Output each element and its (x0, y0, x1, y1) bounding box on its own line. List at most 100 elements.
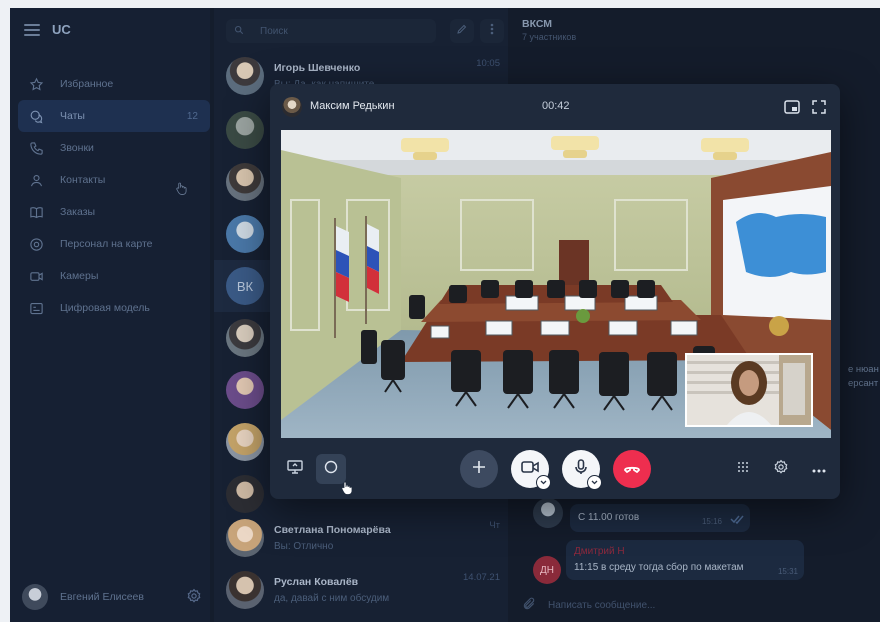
kebab-icon (490, 22, 494, 40)
message-snippet: е нюан (848, 364, 879, 375)
brand-name: UC (52, 22, 71, 37)
gear-icon[interactable] (186, 588, 202, 607)
camera-icon (28, 268, 44, 284)
chat-time: Чт (489, 520, 500, 531)
message-author: Дмитрий Н (574, 546, 625, 557)
avatar (226, 319, 264, 357)
camera-icon (521, 460, 539, 479)
picture-in-picture-icon[interactable] (783, 98, 801, 116)
plus-icon (472, 460, 486, 479)
sidebar-item-orders[interactable]: Заказы (18, 196, 210, 228)
gear-icon (773, 459, 789, 480)
call-header: Максим Редькин 00:42 (270, 84, 840, 130)
sidebar-item-label: Чаты (60, 110, 85, 122)
sidebar-item-label: Заказы (60, 206, 96, 218)
video-call-window: Максим Редькин 00:42 (270, 84, 840, 499)
current-user[interactable]: Евгений Елисеев (22, 584, 202, 610)
chat-list-item[interactable]: Светлана Пономарёва Вы: Отлично Чт (214, 512, 508, 564)
chat-preview: Вы: Отлично (274, 541, 334, 552)
avatar (226, 371, 264, 409)
more-horizontal-icon (812, 460, 826, 478)
call-timer: 00:42 (542, 100, 570, 112)
chat-preview: да, давай с ним обсудим (274, 593, 390, 604)
chat-time: 10:05 (476, 58, 500, 69)
message-text: С 11.00 готов (578, 512, 640, 523)
sidebar-item-label: Камеры (60, 270, 99, 282)
avatar (533, 498, 563, 528)
message-input[interactable]: Написать сообщение... (522, 597, 655, 614)
avatar (282, 97, 302, 117)
chevron-down-icon[interactable] (587, 475, 602, 490)
keypad-button[interactable] (728, 454, 758, 484)
search-placeholder: Поиск (260, 25, 288, 37)
pencil-icon (456, 22, 468, 40)
avatar (226, 475, 264, 513)
screen-share-icon (287, 459, 303, 479)
sidebar-item-chats[interactable]: Чаты 12 (18, 100, 210, 132)
brand: UC (24, 22, 71, 37)
sidebar-item-digital-model[interactable]: Цифровая модель (18, 292, 210, 324)
screen-share-button[interactable] (280, 454, 310, 484)
chat-toggle-button[interactable] (316, 454, 346, 484)
search-field[interactable]: Поиск (226, 19, 436, 43)
chat-title: ВКСМ (522, 18, 553, 30)
fullscreen-icon[interactable] (810, 98, 828, 116)
hang-up-icon (623, 460, 641, 478)
chat-list-item[interactable]: Руслан Ковалёв да, давай с ним обсудим 1… (214, 564, 508, 616)
message-text: 11:15 в среду тогда сбор по макетам (574, 562, 744, 573)
chat-list-item-text: Светлана Пономарёва Вы: Отлично (274, 524, 508, 552)
microphone-toggle-button[interactable] (562, 450, 602, 490)
message-bubble: Дмитрий Н 11:15 в среду тогда сбор по ма… (566, 540, 804, 580)
hand-cursor-icon (176, 182, 187, 200)
avatar (226, 57, 264, 95)
chat-bubble-icon (324, 460, 338, 479)
avatar (226, 111, 264, 149)
self-view-image (687, 355, 811, 425)
avatar (226, 519, 264, 557)
sidebar-item-label: Цифровая модель (60, 302, 150, 314)
phone-icon (28, 140, 44, 156)
end-call-button[interactable] (613, 450, 651, 488)
message-snippet: ерсант (848, 378, 879, 389)
sidebar-item-label: Контакты (60, 174, 106, 186)
message-time: 15:31 (777, 567, 798, 576)
avatar (226, 215, 264, 253)
user-name: Евгений Елисеев (60, 591, 144, 603)
person-icon (28, 172, 44, 188)
chat-participants: 7 участников (522, 32, 577, 42)
avatar (226, 571, 264, 609)
double-check-icon (730, 514, 744, 527)
self-view-video[interactable] (685, 353, 813, 427)
avatar (22, 584, 48, 610)
more-options-button[interactable] (804, 454, 834, 484)
avatar: ДН (533, 556, 561, 584)
app-window: UC Избранное Чаты 12 Звонки Контакты Зак… (0, 0, 880, 622)
model-icon (28, 300, 44, 316)
add-participant-button[interactable] (460, 450, 498, 488)
sidebar: UC Избранное Чаты 12 Звонки Контакты Зак… (10, 8, 210, 622)
menu-icon[interactable] (24, 23, 40, 36)
call-controls (270, 438, 840, 499)
paperclip-icon[interactable] (522, 597, 536, 614)
caller-name: Максим Редькин (310, 100, 395, 112)
camera-toggle-button[interactable] (511, 450, 551, 490)
sidebar-item-cameras[interactable]: Камеры (18, 260, 210, 292)
sidebar-item-label: Избранное (60, 78, 114, 90)
chat-time: 14.07.21 (463, 572, 500, 583)
avatar: ВК (226, 267, 264, 305)
chevron-down-icon[interactable] (536, 475, 551, 490)
sidebar-item-label: Персонал на карте (60, 238, 153, 250)
microphone-icon (575, 458, 587, 480)
sidebar-item-favorites[interactable]: Избранное (18, 68, 210, 100)
search-icon (234, 25, 244, 38)
avatar (226, 423, 264, 461)
more-options-button[interactable] (480, 19, 504, 43)
settings-button[interactable] (766, 454, 796, 484)
chat-name: Игорь Шевченко (274, 62, 361, 74)
compose-button[interactable] (450, 19, 474, 43)
sidebar-item-staff-map[interactable]: Персонал на карте (18, 228, 210, 260)
sidebar-item-calls[interactable]: Звонки (18, 132, 210, 164)
chat-icon (28, 108, 44, 124)
message-time: 15:16 (701, 517, 722, 526)
map-pin-icon (28, 236, 44, 252)
